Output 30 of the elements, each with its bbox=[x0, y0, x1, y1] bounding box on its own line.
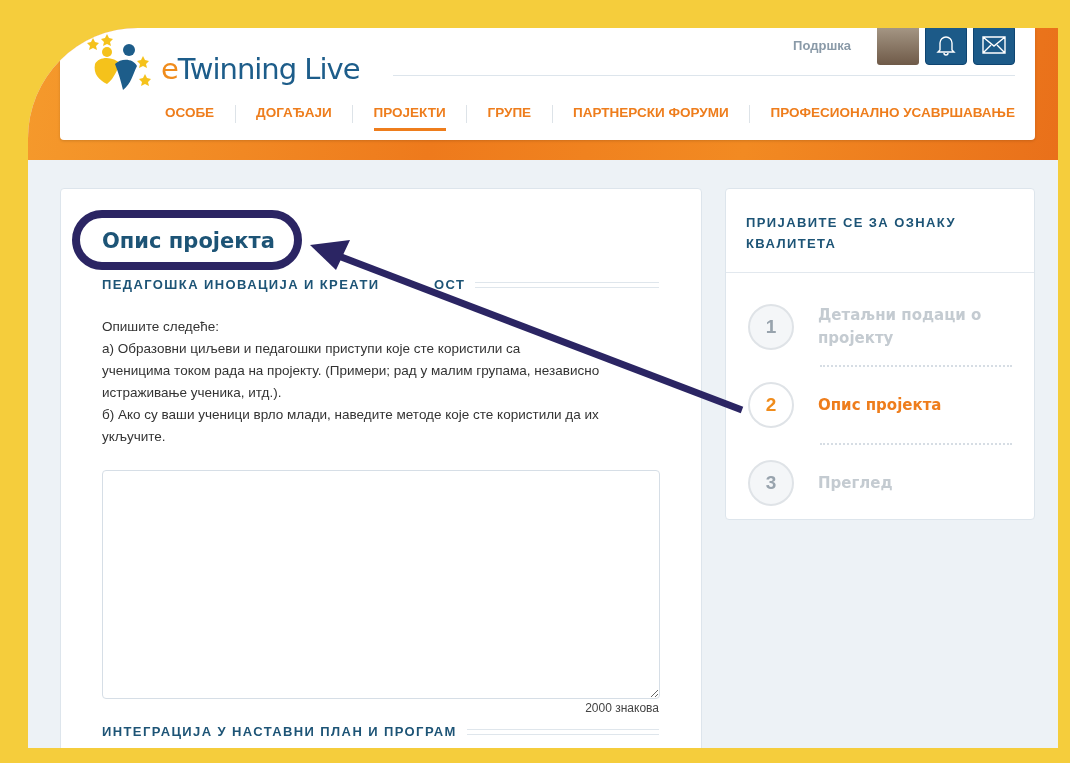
notifications-button[interactable] bbox=[925, 28, 967, 65]
nav-tab[interactable]: ПАРТНЕРСКИ ФОРУМИ bbox=[573, 97, 729, 131]
step-link[interactable]: Опис пројекта bbox=[818, 393, 942, 417]
section-heading: ИНТЕГРАЦИЈА У НАСТАВНИ ПЛАН И ПРОГРАМ bbox=[102, 724, 457, 740]
step-number: 3 bbox=[748, 460, 794, 506]
step-number: 2 bbox=[748, 382, 794, 428]
bell-icon bbox=[936, 34, 956, 56]
support-link[interactable]: Подршка bbox=[793, 38, 851, 53]
logo-text[interactable]: eTwinning Live bbox=[161, 52, 360, 94]
nav-tab[interactable]: ДОГАЂАЈИ bbox=[256, 97, 332, 131]
step-link[interactable]: Преглед bbox=[818, 471, 893, 495]
nav-tab[interactable]: ГРУПЕ bbox=[487, 97, 532, 131]
instruction-text: ученицима током рада на пројекту. (Примери; рад у малим групама, независно bbox=[102, 362, 601, 380]
instruction-text: укључите. bbox=[102, 428, 167, 446]
page-title: Опис пројекта bbox=[102, 228, 276, 254]
section-heading: ПЕДАГОШКА ИНОВАЦИЈА И КРЕАТИ bbox=[102, 277, 381, 293]
step-link[interactable]: Детаљни подаци о пројекту bbox=[818, 304, 1012, 350]
section-heading: ОСТ bbox=[434, 277, 466, 293]
envelope-icon bbox=[982, 36, 1006, 54]
messages-button[interactable] bbox=[973, 28, 1015, 65]
step-number: 1 bbox=[748, 304, 794, 350]
instruction-text: а) Образовни циљеви и педагошки приступи које сте користили са bbox=[102, 340, 522, 358]
nav-tab[interactable]: ОСОБЕ bbox=[165, 97, 215, 131]
sidebar-title: ПРИЈАВИТЕ СЕ ЗА ОЗНАКУ КВАЛИТЕТА bbox=[726, 189, 1034, 273]
nav-tab[interactable]: ПРОЈЕКТИ bbox=[373, 97, 446, 131]
instruction-text: Опишите следеће: bbox=[102, 318, 220, 336]
character-limit: 2000 знакова bbox=[584, 701, 659, 716]
nav-tab[interactable]: ПРОФЕСИОНАЛНО УСАВРШАВАЊЕ bbox=[770, 97, 1015, 131]
instruction-text: истраживање ученика, итд.). bbox=[102, 384, 283, 402]
instruction-text: б) Ако су ваши ученици врло млади, наведите методе које сте користили да их bbox=[102, 406, 600, 424]
